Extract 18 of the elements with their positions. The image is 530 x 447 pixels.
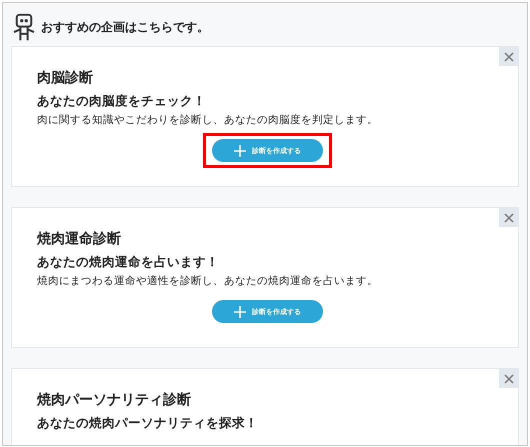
close-button[interactable] — [499, 369, 518, 388]
plus-icon — [234, 144, 246, 156]
close-icon — [504, 212, 514, 222]
close-icon — [504, 52, 514, 62]
card-subtitle: あなたの焼肉パーソナリティを探求！ — [37, 415, 259, 431]
card-subtitle: あなたの肉脳度をチェック！ — [37, 93, 207, 109]
card-subtitle: あなたの焼肉運命を占います！ — [37, 254, 220, 270]
card-title: 焼肉運命診断 — [37, 230, 122, 248]
card-title: 焼肉パーソナリティ診断 — [37, 391, 192, 409]
close-button[interactable] — [499, 208, 518, 227]
robot-icon — [13, 12, 35, 42]
card-description: 焼肉にまつわる運命や適性を診断し、あなたの焼肉運命を占います。 — [37, 274, 379, 288]
close-icon — [504, 374, 514, 384]
header-title: おすすめの企画はこちらです。 — [41, 18, 209, 36]
plus-icon — [234, 306, 246, 318]
card-title: 肉脳診断 — [37, 69, 94, 87]
card-description: 肉に関する知識やこだわりを診断し、あなたの肉脳度を判定します。 — [37, 113, 379, 127]
close-button[interactable] — [499, 47, 518, 66]
